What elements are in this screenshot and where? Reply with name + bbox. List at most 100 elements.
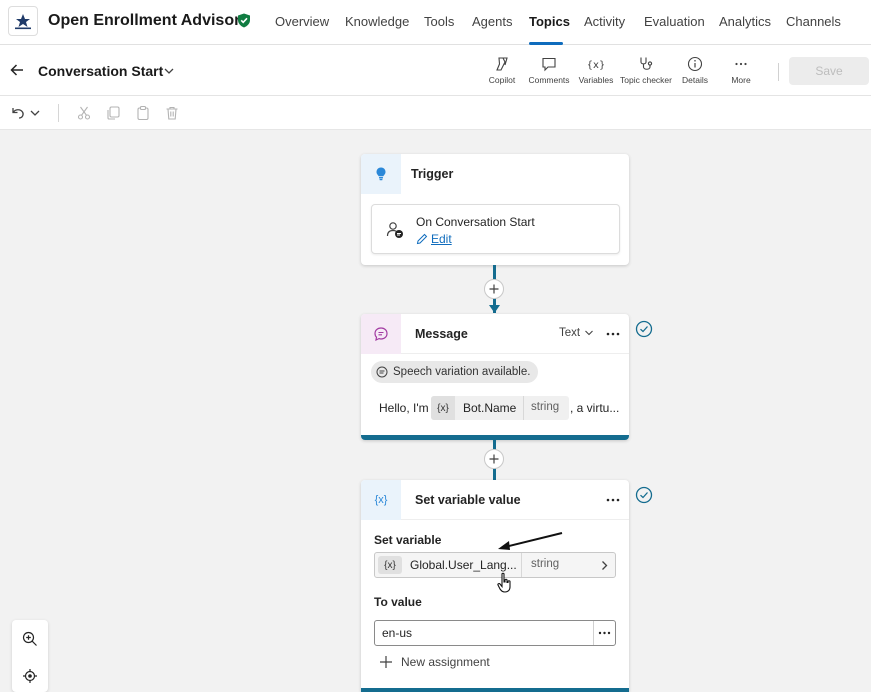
trigger-title: Trigger [411,167,454,181]
more-icon [735,62,747,66]
more-button[interactable]: More [726,56,756,86]
hand-cursor-icon [497,572,511,593]
message-node[interactable]: Message Text Speech variation available.… [361,314,629,440]
new-assignment-button[interactable]: New assignment [379,655,490,669]
tab-activity[interactable]: Activity [584,14,625,29]
annotation-arrow-icon [498,532,563,550]
node-bottom-accent [361,688,629,692]
tab-analytics[interactable]: Analytics [719,14,771,29]
toolbar-divider [778,63,779,81]
variables-icon: {x} [588,60,604,71]
topic-checker-button[interactable]: Topic checker [619,56,673,86]
plus-icon [489,454,499,464]
top-nav-bar: Open Enrollment Advisor Overview Knowled… [0,0,871,45]
variable-tag: {x} [378,556,402,574]
variable-name: Global.User_Lang... [410,558,517,572]
variables-button[interactable]: {x} Variables [578,56,614,86]
more-options-icon[interactable] [606,331,620,337]
message-text-suffix: , a virtu... [570,401,620,415]
copilot-label: Copilot [488,75,516,85]
comments-label: Comments [528,75,570,85]
set-variable-node[interactable]: {x} Set variable value Set variable {x} … [361,480,629,692]
plus-icon [380,656,392,668]
message-format-dropdown[interactable]: Text [559,327,594,339]
new-assignment-label: New assignment [401,655,490,669]
variables-icon: {x} [361,480,401,520]
more-options-icon[interactable] [598,631,611,635]
tab-agents[interactable]: Agents [472,14,512,29]
tab-topics[interactable]: Topics [529,14,570,29]
trigger-edit-link[interactable]: Edit [416,232,452,246]
edit-label: Edit [431,232,452,246]
cut-icon[interactable] [76,105,92,121]
tab-knowledge[interactable]: Knowledge [345,14,409,29]
delete-icon[interactable] [164,105,180,121]
field-divider [521,553,522,577]
chevron-right-icon [602,561,608,570]
person-chat-icon [386,222,403,238]
save-button[interactable]: Save [789,57,869,85]
bot-name-variable-chip[interactable]: {x} Bot.Name string [431,396,569,420]
copilot-button[interactable]: Copilot [487,56,517,86]
more-label: More [731,75,751,85]
tab-channels[interactable]: Channels [786,14,841,29]
field-divider [593,621,594,645]
variable-name: Bot.Name [463,401,517,415]
add-node-button[interactable] [484,279,504,299]
set-variable-title: Set variable value [415,493,521,507]
paste-icon[interactable] [135,105,151,121]
app-logo-icon[interactable] [8,6,38,36]
stethoscope-icon [640,57,653,70]
speech-variation-label: Speech variation available. [393,366,531,378]
undo-icon[interactable] [10,105,26,121]
topic-header-bar: Conversation Start Copilot Comments {x} … [0,45,871,96]
trigger-node[interactable]: Trigger On Conversation Start Edit [361,154,629,265]
set-variable-label: Set variable [374,533,442,547]
tab-overview[interactable]: Overview [275,14,329,29]
more-options-icon[interactable] [606,497,620,503]
back-arrow-icon[interactable] [9,62,25,78]
trigger-event-label: On Conversation Start [416,215,535,229]
topic-title[interactable]: Conversation Start [38,63,163,79]
details-button[interactable]: Details [680,56,710,86]
message-format-label: Text [559,327,581,339]
comment-icon [542,57,556,72]
recenter-icon[interactable] [22,668,38,684]
lightbulb-icon [361,154,401,194]
svg-text:{x}: {x} [588,60,604,71]
edit-toolbar-divider [58,104,59,122]
message-title: Message [415,327,468,341]
variables-label: Variables [578,75,614,85]
variable-tag: {x} [431,396,455,420]
tab-tools[interactable]: Tools [424,14,454,29]
zoom-in-icon[interactable] [22,631,38,647]
trigger-node-header: Trigger [361,154,629,194]
copy-icon[interactable] [105,105,121,121]
check-circle-icon [635,486,653,504]
chevron-down-icon[interactable] [29,105,41,121]
shield-check-icon [238,13,250,28]
info-icon [687,56,703,72]
to-value-input[interactable]: en-us [374,620,616,646]
speech-variation-pill[interactable]: Speech variation available. [371,361,539,383]
chevron-down-icon[interactable] [163,65,175,77]
pencil-icon [416,233,428,245]
comments-button[interactable]: Comments [527,56,571,86]
set-variable-node-header: {x} Set variable value [361,480,629,520]
tab-evaluation[interactable]: Evaluation [644,14,705,29]
check-circle-icon [635,320,653,338]
speech-icon [376,366,388,378]
edit-toolbar [0,96,871,130]
message-text[interactable]: Hello, I'm {x} Bot.Name string , a virtu… [379,396,621,422]
to-value-text: en-us [382,626,413,640]
arrow-down-icon [489,305,500,313]
message-node-header: Message Text [361,314,629,354]
trigger-condition-card[interactable]: On Conversation Start Edit [371,204,620,254]
plus-icon [489,284,499,294]
set-variable-picker[interactable]: {x} Global.User_Lang... string [374,552,616,578]
copilot-icon [496,57,508,71]
chip-divider [523,396,524,420]
details-label: Details [682,75,708,85]
message-icon [361,314,401,354]
add-node-button[interactable] [484,449,504,469]
